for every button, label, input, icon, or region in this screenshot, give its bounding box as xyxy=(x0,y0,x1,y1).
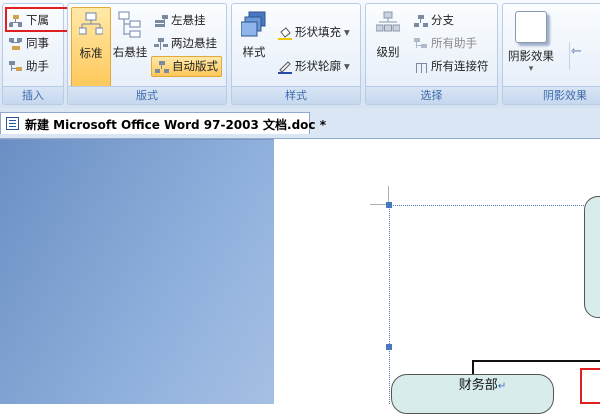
separator xyxy=(569,42,570,70)
chevron-down-icon: ▾ xyxy=(344,59,350,73)
standard-layout-button[interactable]: 标准 xyxy=(71,7,111,89)
org-chart-top-node[interactable] xyxy=(584,196,600,318)
level-button[interactable]: 级别 xyxy=(369,7,407,87)
all-connectors-button[interactable]: 所有连接符 xyxy=(414,56,489,76)
org-chart-node-finance[interactable]: 财务部↵ xyxy=(391,374,554,414)
standard-layout-icon xyxy=(78,12,104,35)
org-chart-connector xyxy=(472,360,600,362)
assistant-button[interactable]: 助手 xyxy=(9,56,49,76)
style-group-label: 样式 xyxy=(232,86,360,104)
chevron-down-icon: ▾ xyxy=(344,25,350,39)
shadow-effect-icon xyxy=(515,11,547,43)
all-assistants-icon xyxy=(414,37,428,50)
layout-group-label: 版式 xyxy=(68,86,226,104)
coworker-icon xyxy=(9,37,23,50)
highlight-box xyxy=(580,368,600,404)
branch-icon xyxy=(414,14,428,27)
right-hanging-icon xyxy=(118,11,141,38)
right-hanging-button[interactable]: 右悬挂 xyxy=(112,7,148,87)
canvas-handle[interactable] xyxy=(386,202,392,208)
canvas-handle[interactable] xyxy=(386,344,392,350)
auto-layout-button[interactable]: 自动版式 xyxy=(151,56,222,77)
shape-fill-button[interactable]: 形状填充 ▾ xyxy=(278,22,350,42)
layout-group: 标准 右悬挂 左悬挂 两边悬挂 自动版式 版式 xyxy=(67,3,227,105)
all-connectors-icon xyxy=(414,61,428,73)
style-icon xyxy=(240,11,266,37)
style-button[interactable]: 样式 xyxy=(236,7,272,87)
left-hanging-button[interactable]: 左悬挂 xyxy=(154,10,206,30)
shadow-effect-button[interactable]: 阴影效果 ▾ xyxy=(505,7,557,87)
paragraph-mark-icon: ↵ xyxy=(497,381,507,392)
level-icon xyxy=(375,11,401,32)
style-group: 样式 形状填充 ▾ 形状轮廓 ▾ 样式 xyxy=(231,3,361,105)
shape-outline-button[interactable]: 形状轮廓 ▾ xyxy=(278,56,350,76)
select-group-label: 选择 xyxy=(366,86,497,104)
branch-button[interactable]: 分支 xyxy=(414,10,454,30)
shadow-group: 阴影效果 ▾ ⇽ 阴影效果 xyxy=(502,3,600,105)
left-hanging-icon xyxy=(154,14,168,27)
shadow-group-label: 阴影效果 xyxy=(503,86,600,104)
both-hanging-icon xyxy=(154,37,168,50)
auto-layout-icon xyxy=(155,60,169,73)
coworker-button[interactable]: 同事 xyxy=(9,33,49,53)
pen-icon xyxy=(278,60,292,74)
select-group: 级别 分支 所有助手 所有连接符 选择 xyxy=(365,3,498,105)
org-chart-connector xyxy=(472,360,474,374)
word-doc-icon xyxy=(6,117,19,130)
shadow-nudge-icon[interactable]: ⇽ xyxy=(571,44,582,59)
insert-group-label: 插入 xyxy=(3,86,63,104)
ribbon: 下属 同事 助手 插入 标准 右悬挂 左悬挂 两边悬挂 自动版式 版式 样式 形… xyxy=(0,0,600,109)
chevron-down-icon: ▾ xyxy=(528,64,534,74)
assistant-icon xyxy=(9,60,23,73)
all-assistants-button[interactable]: 所有助手 xyxy=(414,33,477,53)
paint-bucket-icon xyxy=(278,26,292,40)
document-tab-title: 新建 Microsoft Office Word 97-2003 文档.doc … xyxy=(25,118,326,132)
document-tab[interactable]: 新建 Microsoft Office Word 97-2003 文档.doc … xyxy=(0,112,326,134)
both-hanging-button[interactable]: 两边悬挂 xyxy=(154,33,217,53)
